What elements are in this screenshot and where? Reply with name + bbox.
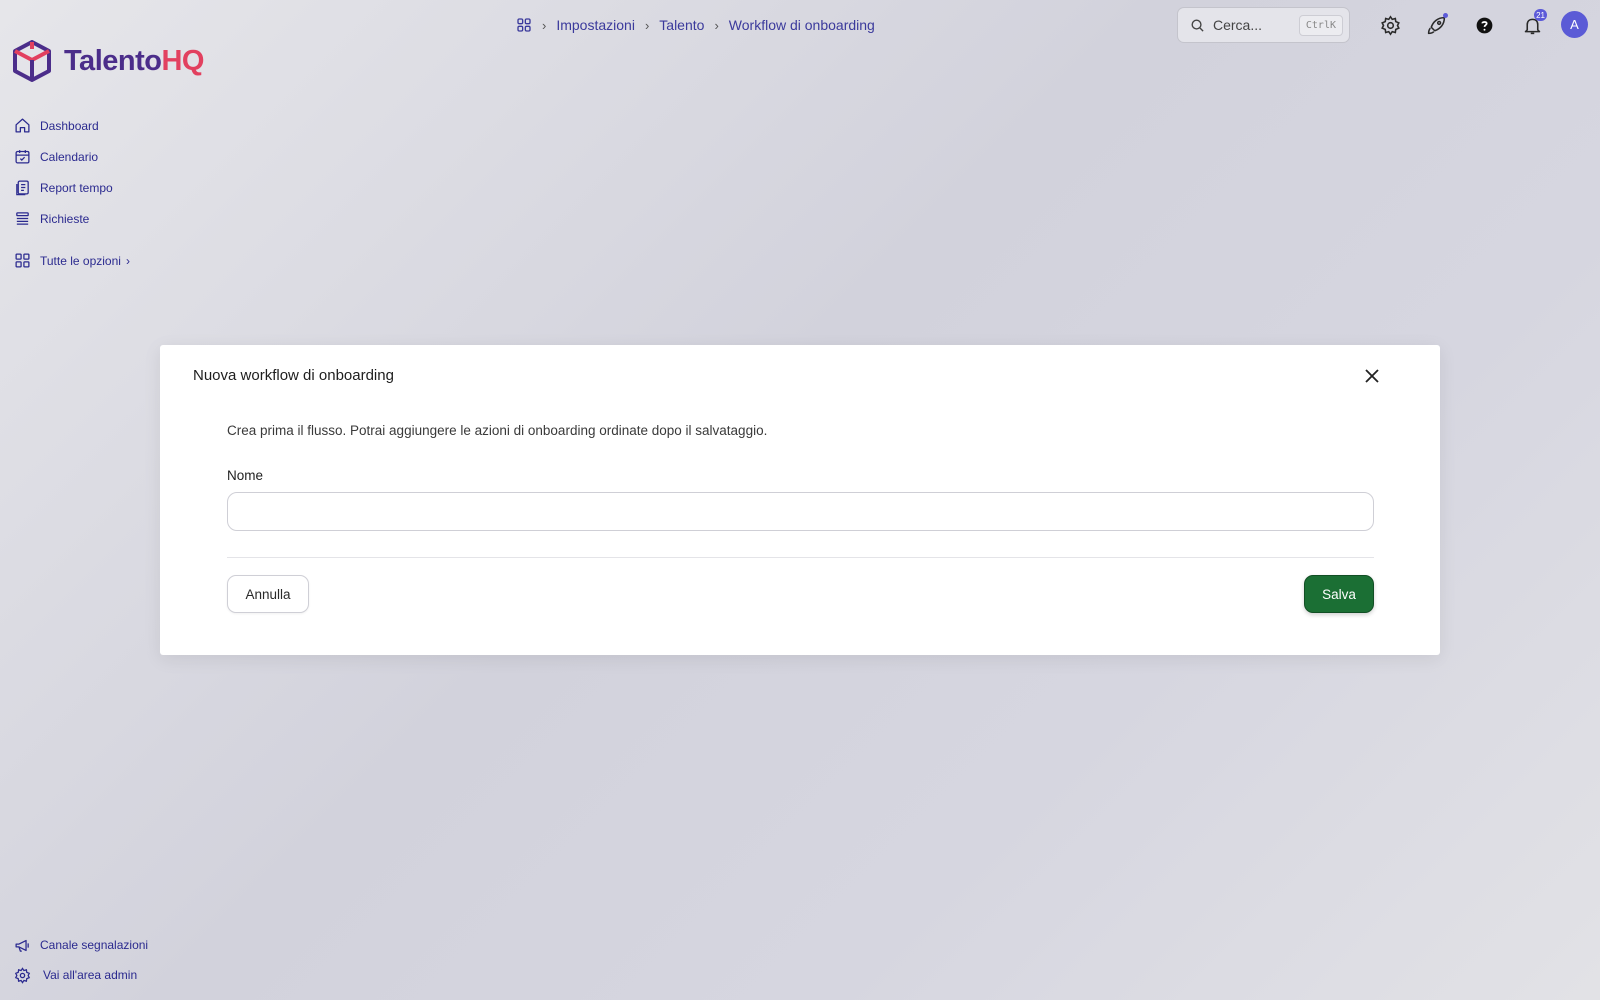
search-placeholder: Cerca... bbox=[1213, 17, 1263, 33]
name-input[interactable] bbox=[227, 492, 1374, 531]
breadcrumb: › Impostazioni › Talento › Workflow di o… bbox=[516, 14, 875, 36]
sidebar-item-feedback-channel[interactable]: Canale segnalazioni bbox=[14, 930, 214, 960]
dialog-description: Crea prima il flusso. Potrai aggiungere … bbox=[227, 423, 768, 438]
search-shortcut: CtrlK bbox=[1298, 14, 1343, 36]
whats-new-button[interactable] bbox=[1423, 12, 1449, 38]
search-icon bbox=[1191, 19, 1204, 32]
home-icon bbox=[15, 118, 30, 133]
dialog-title: Nuova workflow di onboarding bbox=[193, 367, 394, 384]
chevron-right-icon: › bbox=[644, 17, 650, 33]
sidebar-item-requests[interactable]: Richieste bbox=[14, 203, 194, 234]
sidebar-nav: Dashboard Calendario Report tempo Richie… bbox=[14, 110, 194, 276]
breadcrumb-talent[interactable]: Talento bbox=[659, 17, 704, 33]
name-field-label: Nome bbox=[227, 468, 264, 483]
sidebar-item-label: Vai all'area admin bbox=[43, 968, 138, 982]
app-root: TalentoHQ Dashboard Calendario Report te… bbox=[0, 0, 1600, 1000]
brand-name: TalentoHQ bbox=[64, 44, 204, 77]
grid-icon bbox=[15, 253, 30, 268]
cancel-button[interactable]: Annulla bbox=[227, 575, 309, 613]
sidebar-item-calendar[interactable]: Calendario bbox=[14, 141, 194, 172]
search-box[interactable]: Cerca... CtrlK bbox=[1177, 7, 1350, 43]
sidebar-item-label: Dashboard bbox=[40, 118, 99, 133]
settings-button[interactable] bbox=[1377, 12, 1403, 38]
sidebar-item-dashboard[interactable]: Dashboard bbox=[14, 110, 194, 141]
chevron-right-icon: › bbox=[542, 17, 547, 33]
report-icon bbox=[16, 180, 29, 196]
close-button[interactable] bbox=[1360, 364, 1384, 388]
user-avatar[interactable]: A bbox=[1561, 11, 1588, 38]
sidebar-item-time-report[interactable]: Report tempo bbox=[14, 172, 194, 203]
gear-icon bbox=[1380, 14, 1400, 36]
cube-logo-icon bbox=[13, 40, 51, 82]
breadcrumb-onboarding-workflow[interactable]: Workflow di onboarding bbox=[729, 17, 875, 33]
save-button[interactable]: Salva bbox=[1304, 575, 1374, 613]
brand-logo[interactable]: TalentoHQ bbox=[12, 40, 204, 82]
help-icon bbox=[1476, 17, 1492, 33]
apps-grid-icon[interactable] bbox=[516, 17, 532, 33]
gear-icon bbox=[14, 966, 31, 984]
dialog-divider bbox=[227, 557, 1374, 558]
chevron-right-icon: › bbox=[125, 253, 130, 268]
breadcrumb-settings[interactable]: Impostazioni bbox=[556, 17, 635, 33]
sidebar-item-label: Tutte le opzioni bbox=[40, 253, 121, 268]
help-button[interactable] bbox=[1471, 12, 1497, 38]
sidebar-item-label: Richieste bbox=[40, 211, 90, 226]
new-workflow-dialog: Nuova workflow di onboarding Crea prima … bbox=[160, 345, 1440, 655]
notifications-button[interactable]: 21 bbox=[1519, 9, 1547, 38]
sidebar-item-label: Calendario bbox=[40, 149, 99, 164]
megaphone-icon bbox=[15, 939, 29, 952]
notification-dot bbox=[1443, 13, 1448, 18]
sidebar-item-admin-area[interactable]: Vai all'area admin bbox=[14, 960, 214, 990]
chevron-right-icon: › bbox=[714, 17, 719, 33]
sidebar-bottom-nav: Canale segnalazioni Vai all'area admin bbox=[14, 930, 214, 990]
close-icon bbox=[1365, 369, 1379, 383]
sidebar-item-all-options[interactable]: Tutte le opzioni › bbox=[14, 245, 194, 276]
list-icon bbox=[16, 212, 29, 225]
notification-count-badge: 21 bbox=[1534, 9, 1547, 21]
calendar-icon bbox=[15, 150, 30, 164]
sidebar-item-label: Report tempo bbox=[40, 180, 113, 195]
sidebar-item-label: Canale segnalazioni bbox=[40, 938, 149, 952]
